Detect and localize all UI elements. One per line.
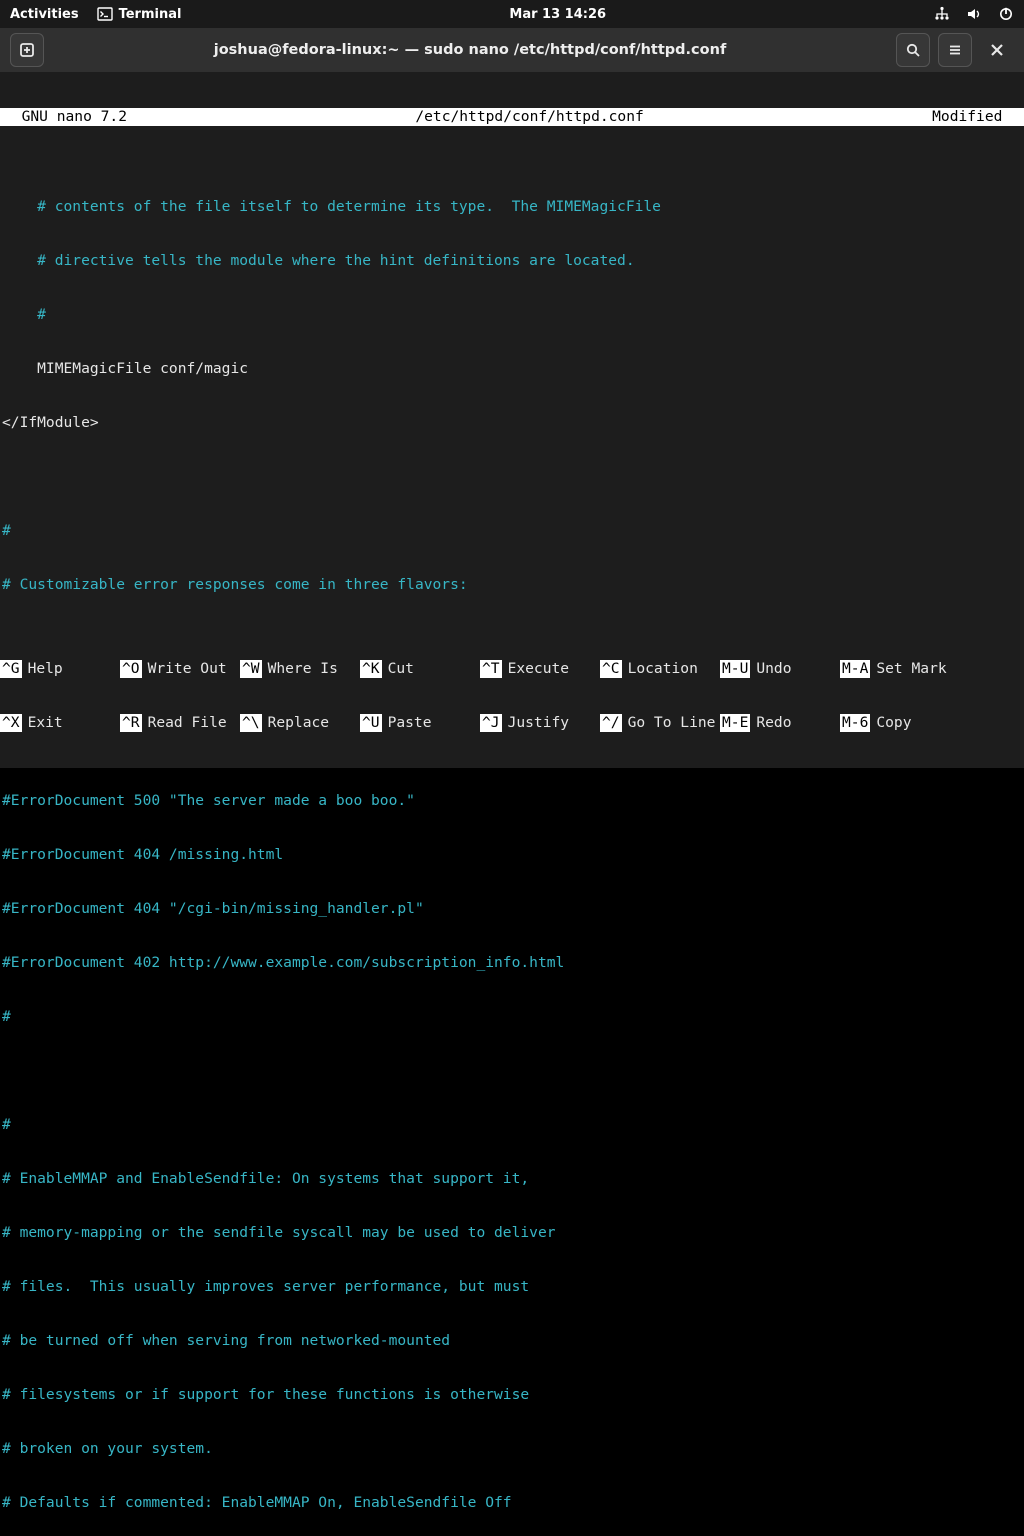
shortcut-label: Justify bbox=[502, 714, 570, 732]
editor-line: # filesystems or if support for these fu… bbox=[0, 1386, 1024, 1404]
shortcut-key: ^/ bbox=[600, 714, 622, 732]
shortcut-key: ^T bbox=[480, 660, 502, 678]
shortcut-key: ^G bbox=[0, 660, 22, 678]
editor-line: #ErrorDocument 404 "/cgi-bin/missing_han… bbox=[0, 900, 1024, 918]
shortcut-label: Replace bbox=[262, 714, 330, 732]
editor-line: # bbox=[0, 1116, 1024, 1134]
menu-button[interactable] bbox=[938, 33, 972, 67]
power-icon[interactable] bbox=[998, 6, 1014, 22]
close-button[interactable] bbox=[980, 33, 1014, 67]
shortcut-key: ^R bbox=[120, 714, 142, 732]
network-icon[interactable] bbox=[934, 6, 950, 22]
shortcut-key: ^U bbox=[360, 714, 382, 732]
nano-statusbar: GNU nano 7.2 /etc/httpd/conf/httpd.conf … bbox=[0, 108, 1024, 126]
shortcut-key: ^\ bbox=[240, 714, 262, 732]
shortcut-label: Where Is bbox=[262, 660, 338, 678]
shortcut-label: Redo bbox=[750, 714, 791, 732]
terminal-app-menu[interactable]: Terminal bbox=[97, 6, 182, 22]
editor-line: # bbox=[0, 306, 1024, 324]
clock[interactable]: Mar 13 14:26 bbox=[181, 7, 934, 22]
shortcut-label: Write Out bbox=[142, 660, 227, 678]
editor-line: # files. This usually improves server pe… bbox=[0, 1278, 1024, 1296]
nano-version: GNU nano 7.2 bbox=[0, 108, 131, 126]
shortcut-key: M-U bbox=[720, 660, 750, 678]
shortcut-label: Paste bbox=[382, 714, 432, 732]
editor-line: # bbox=[0, 522, 1024, 540]
shortcut-label: Location bbox=[622, 660, 698, 678]
volume-icon[interactable] bbox=[966, 6, 982, 22]
terminal-screen[interactable]: GNU nano 7.2 /etc/httpd/conf/httpd.conf … bbox=[0, 72, 1024, 768]
editor-line: # broken on your system. bbox=[0, 1440, 1024, 1458]
shortcut-key: ^O bbox=[120, 660, 142, 678]
shortcut-key: ^C bbox=[600, 660, 622, 678]
shortcut-row: ^GHelp ^OWrite Out ^WWhere Is ^KCut ^TEx… bbox=[0, 660, 1024, 678]
shortcut-label: Execute bbox=[502, 660, 570, 678]
shortcut-label: Go To Line bbox=[622, 714, 716, 732]
editor-line: MIMEMagicFile conf/magic bbox=[0, 360, 1024, 378]
shortcut-label: Copy bbox=[870, 714, 911, 732]
shortcut-key: ^X bbox=[0, 714, 22, 732]
shortcut-row: ^XExit ^RRead File ^\Replace ^UPaste ^JJ… bbox=[0, 714, 1024, 732]
editor-body[interactable]: # contents of the file itself to determi… bbox=[0, 162, 1024, 1536]
shortcut-key: ^J bbox=[480, 714, 502, 732]
shortcut-label: Undo bbox=[750, 660, 791, 678]
editor-line: # memory-mapping or the sendfile syscall… bbox=[0, 1224, 1024, 1242]
editor-line: # bbox=[0, 1008, 1024, 1026]
editor-line: #ErrorDocument 402 http://www.example.co… bbox=[0, 954, 1024, 972]
window-title: joshua@fedora-linux:~ — sudo nano /etc/h… bbox=[52, 42, 888, 58]
terminal-label: Terminal bbox=[119, 7, 182, 22]
editor-line: </IfModule> bbox=[0, 414, 1024, 432]
shortcut-label: Cut bbox=[382, 660, 414, 678]
shortcut-key: M-A bbox=[840, 660, 870, 678]
activities-button[interactable]: Activities bbox=[10, 7, 79, 22]
shortcut-key: M-6 bbox=[840, 714, 870, 732]
nano-shortcuts: ^GHelp ^OWrite Out ^WWhere Is ^KCut ^TEx… bbox=[0, 624, 1024, 768]
gnome-topbar: Activities Terminal Mar 13 14:26 bbox=[0, 0, 1024, 28]
editor-line: # EnableMMAP and EnableSendfile: On syst… bbox=[0, 1170, 1024, 1188]
shortcut-label: Exit bbox=[22, 714, 63, 732]
shortcut-label: Help bbox=[22, 660, 63, 678]
editor-line: # be turned off when serving from networ… bbox=[0, 1332, 1024, 1350]
nano-filename: /etc/httpd/conf/httpd.conf bbox=[131, 108, 928, 126]
editor-line: # Defaults if commented: EnableMMAP On, … bbox=[0, 1494, 1024, 1512]
editor-line: # directive tells the module where the h… bbox=[0, 252, 1024, 270]
window-titlebar: joshua@fedora-linux:~ — sudo nano /etc/h… bbox=[0, 28, 1024, 72]
shortcut-label: Set Mark bbox=[870, 660, 946, 678]
new-tab-button[interactable] bbox=[10, 33, 44, 67]
editor-line: # Customizable error responses come in t… bbox=[0, 576, 1024, 594]
terminal-icon bbox=[97, 6, 113, 22]
editor-line: #ErrorDocument 404 /missing.html bbox=[0, 846, 1024, 864]
search-button[interactable] bbox=[896, 33, 930, 67]
shortcut-label: Read File bbox=[142, 714, 227, 732]
shortcut-key: M-E bbox=[720, 714, 750, 732]
editor-line: # contents of the file itself to determi… bbox=[0, 198, 1024, 216]
editor-line: #ErrorDocument 500 "The server made a bo… bbox=[0, 792, 1024, 810]
nano-status: Modified bbox=[928, 108, 1024, 126]
shortcut-key: ^K bbox=[360, 660, 382, 678]
shortcut-key: ^W bbox=[240, 660, 262, 678]
